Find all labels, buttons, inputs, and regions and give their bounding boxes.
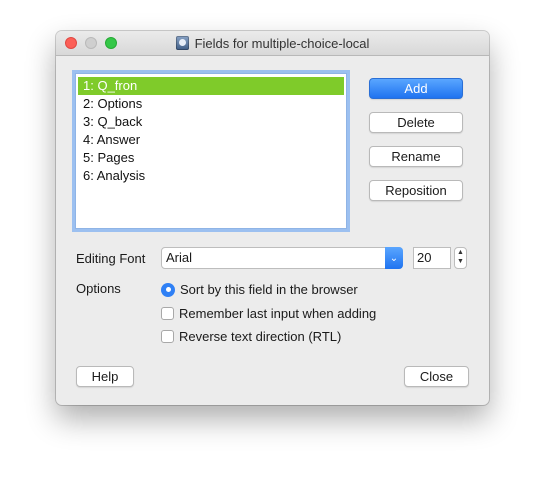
- reposition-button[interactable]: Reposition: [369, 180, 463, 201]
- font-select[interactable]: Arial ⌄: [161, 247, 403, 269]
- font-size-value: 20: [417, 250, 432, 265]
- fields-dialog: Fields for multiple-choice-local 1: Q_fr…: [56, 31, 489, 405]
- sort-option[interactable]: Sort by this field in the browser: [161, 282, 358, 297]
- delete-button[interactable]: Delete: [369, 112, 463, 133]
- font-size-field[interactable]: 20: [413, 247, 451, 269]
- editing-font-label: Editing Font: [76, 251, 146, 266]
- app-icon: [175, 36, 189, 50]
- rtl-option[interactable]: Reverse text direction (RTL): [161, 329, 341, 344]
- field-item[interactable]: 2: Options: [76, 95, 346, 113]
- sort-option-label: Sort by this field in the browser: [180, 282, 358, 297]
- rtl-option-label: Reverse text direction (RTL): [179, 329, 342, 344]
- rename-button[interactable]: Rename: [369, 146, 463, 167]
- field-item[interactable]: 1: Q_fron: [78, 77, 344, 95]
- sort-radio[interactable]: [161, 282, 175, 297]
- font-size-stepper[interactable]: ▲ ▼: [454, 247, 467, 269]
- title-bar: Fields for multiple-choice-local: [56, 31, 489, 56]
- help-button[interactable]: Help: [76, 366, 134, 387]
- window-title: Fields for multiple-choice-local: [194, 35, 370, 51]
- field-item[interactable]: 5: Pages: [76, 149, 346, 167]
- rtl-checkbox[interactable]: [161, 330, 174, 343]
- fields-list[interactable]: 1: Q_fron 2: Options 3: Q_back 4: Answer…: [75, 73, 347, 229]
- font-select-value: Arial: [166, 250, 193, 265]
- remember-checkbox[interactable]: [161, 307, 174, 320]
- field-item[interactable]: 3: Q_back: [76, 113, 346, 131]
- chevron-down-icon[interactable]: ⌄: [385, 247, 403, 269]
- field-item[interactable]: 6: Analysis: [76, 167, 346, 185]
- remember-option-label: Remember last input when adding: [179, 306, 377, 321]
- close-button[interactable]: Close: [404, 366, 469, 387]
- options-label: Options: [76, 281, 121, 296]
- remember-option[interactable]: Remember last input when adding: [161, 306, 376, 321]
- add-button[interactable]: Add: [369, 78, 463, 99]
- field-item[interactable]: 4: Answer: [76, 131, 346, 149]
